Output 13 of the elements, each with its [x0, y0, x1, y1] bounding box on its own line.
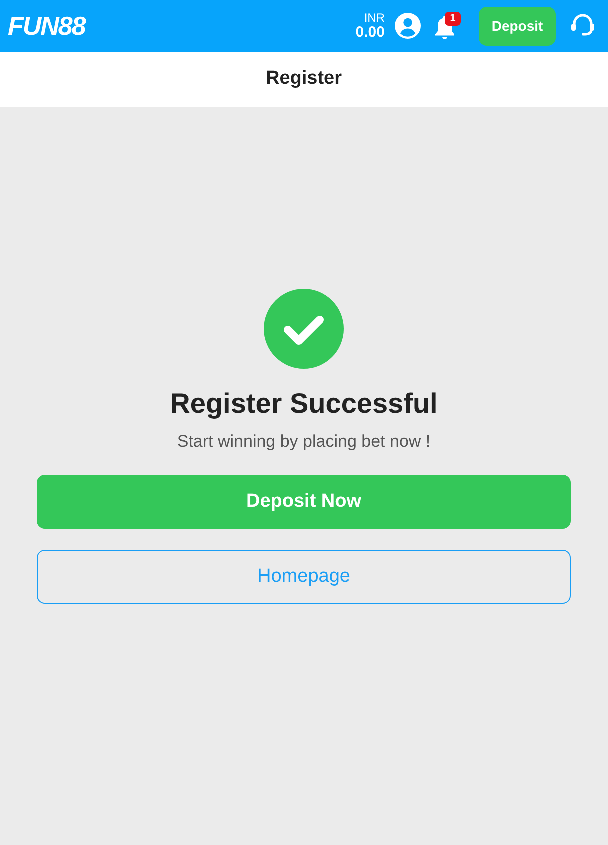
result-subtitle: Start winning by placing bet now ! [177, 431, 431, 453]
notification-badge: 1 [445, 12, 461, 26]
result-title: Register Successful [170, 387, 438, 421]
page-title: Register [266, 67, 342, 92]
deposit-button[interactable]: Deposit [479, 6, 556, 46]
homepage-button[interactable]: Homepage [37, 550, 571, 604]
deposit-now-button[interactable]: Deposit Now [37, 475, 571, 529]
currency-label: INR [364, 12, 385, 24]
logo[interactable]: FUN88 [8, 13, 86, 39]
headset-icon[interactable] [570, 13, 596, 39]
balance-amount: 0.00 [356, 25, 385, 40]
success-check-icon [264, 289, 344, 369]
user-icon[interactable] [395, 13, 421, 39]
